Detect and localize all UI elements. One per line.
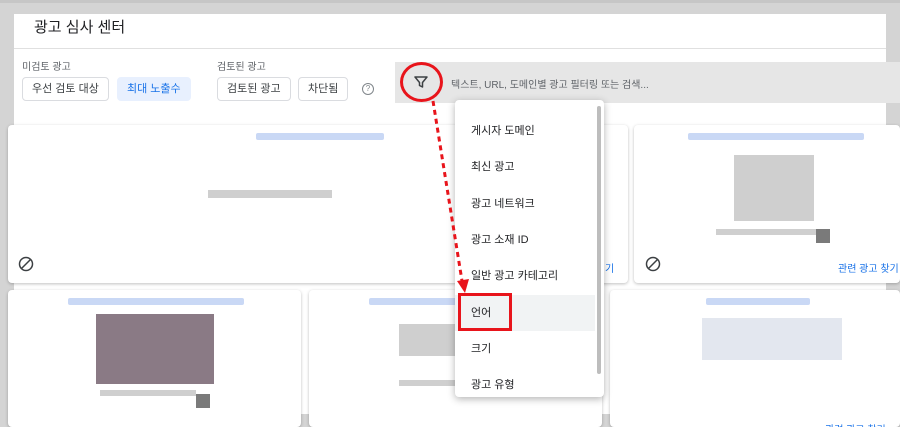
annotation-arrow <box>431 100 469 293</box>
